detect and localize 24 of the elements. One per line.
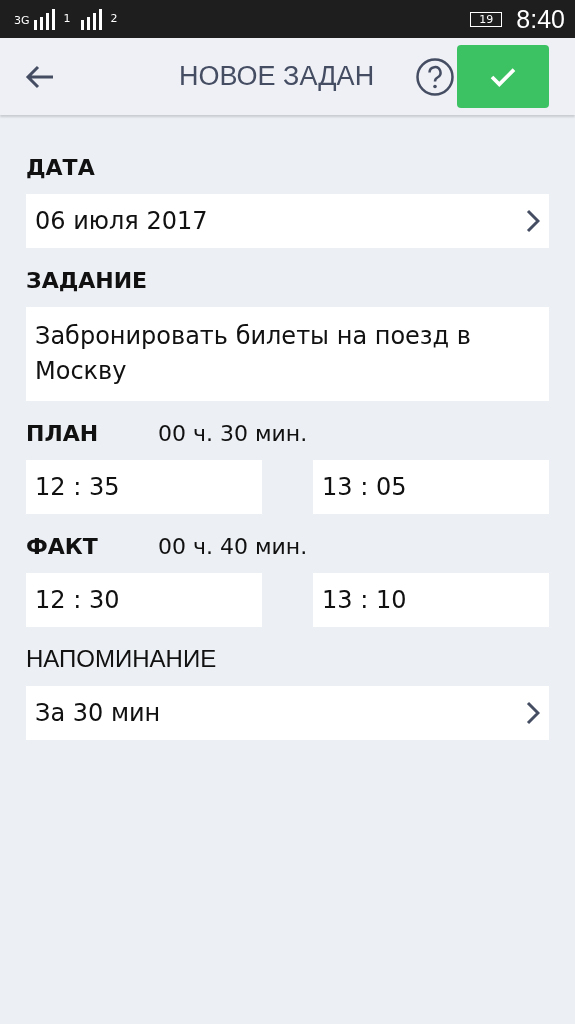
- field-label: ДАТА: [26, 154, 96, 180]
- sim-number: 2: [110, 12, 118, 25]
- network-type: 3G: [14, 14, 30, 27]
- chevron-icon: [526, 209, 540, 233]
- select-field[interactable]: 06 июля 2017: [26, 194, 549, 248]
- select-field[interactable]: За 30 мин: [26, 686, 549, 740]
- field-label: ЗАДАНИЕ: [26, 267, 149, 293]
- time-field[interactable]: 12 : 30: [26, 573, 262, 627]
- battery-level: 19: [470, 11, 503, 27]
- field-label: ПЛАН: [26, 420, 100, 446]
- help-icon[interactable]: [415, 56, 455, 97]
- back-arrow-icon[interactable]: [25, 64, 55, 89]
- time-field[interactable]: 13 : 05: [313, 460, 549, 514]
- time-field[interactable]: 12 : 35: [26, 460, 262, 514]
- text-field[interactable]: Забронировать билеты на поезд в Москву: [26, 307, 549, 401]
- clock: 8:40: [516, 4, 565, 34]
- duration-text: 00 ч. 30 мин.: [158, 420, 308, 446]
- time-field[interactable]: 13 : 10: [313, 573, 549, 627]
- sim-number: 1: [63, 12, 71, 25]
- chevron-icon: [526, 701, 540, 725]
- field-label: ФАКТ: [26, 533, 99, 559]
- duration-text: 00 ч. 40 мин.: [158, 533, 308, 559]
- field-label: НАПОМИНАНИЕ: [26, 645, 217, 673]
- screen-title: НОВОЕ ЗАДАН: [179, 61, 376, 92]
